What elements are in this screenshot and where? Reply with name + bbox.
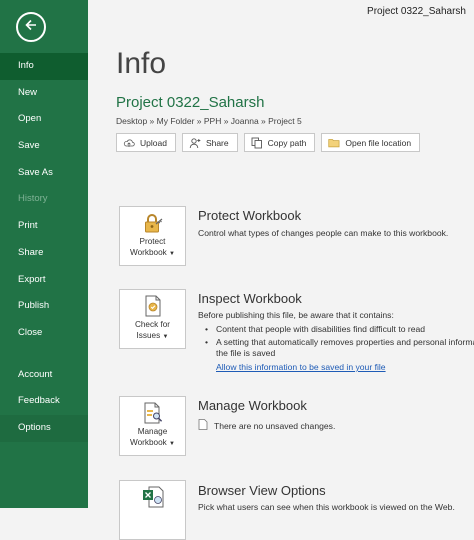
lock-key-icon (141, 212, 165, 234)
protect-workbook-description: Control what types of changes people can… (198, 228, 449, 238)
manage-workbook-status: There are no unsaved changes. (198, 419, 335, 432)
document-icon (198, 419, 208, 432)
inspect-label-line2: Issues (136, 331, 161, 340)
file-actions: Upload Share Copy path Open file locatio… (116, 133, 421, 152)
manage-label-line2: Workbook (130, 438, 167, 447)
bullet-dot: • (205, 324, 209, 334)
manage-workbook-title: Manage Workbook (198, 398, 307, 413)
document-check-icon (141, 295, 165, 317)
inspect-bullet2-text-line2: the file is saved (216, 348, 276, 358)
person-add-icon (189, 137, 201, 149)
excel-globe-icon (141, 486, 165, 508)
upload-label: Upload (140, 137, 167, 148)
nav-item-history: History (18, 193, 48, 205)
nav-item-export[interactable]: Export (0, 267, 88, 294)
backstage-nav: Info New Open Save Save As History Print… (0, 53, 88, 442)
open-file-location-button[interactable]: Open file location (321, 133, 421, 152)
bullet-dot: • (205, 337, 209, 347)
nav-item-share[interactable]: Share (0, 240, 88, 267)
back-arrow-icon (23, 17, 39, 38)
inspect-label-line1: Check for (134, 320, 171, 329)
protect-label-line2: Workbook (130, 248, 167, 257)
inspect-workbook-title: Inspect Workbook (198, 291, 302, 306)
nav-item-save[interactable]: Save (0, 133, 88, 160)
copy-path-icon (251, 137, 263, 149)
dropdown-caret-icon: ▼ (169, 441, 175, 447)
protect-workbook-title: Protect Workbook (198, 208, 302, 223)
protect-label-line2-row: Workbook ▼ (130, 247, 175, 260)
nav-divider (0, 347, 88, 362)
inspect-bullet2-text-line1: A setting that automatically removes pro… (216, 337, 474, 347)
inspect-label-line2-row: Issues ▼ (135, 330, 170, 343)
dropdown-caret-icon: ▼ (169, 251, 175, 257)
inspect-bullet1-text: Content that people with disabilities fi… (216, 324, 426, 334)
browser-view-options-description: Pick what users can see when this workbo… (198, 502, 455, 512)
breadcrumb[interactable]: Desktop » My Folder » PPH » Joanna » Pro… (116, 116, 302, 126)
nav-item-close[interactable]: Close (0, 320, 88, 347)
check-for-issues-label: Check for Issues ▼ (135, 319, 170, 343)
check-for-issues-button[interactable]: Check for Issues ▼ (119, 289, 186, 349)
upload-button[interactable]: Upload (116, 133, 176, 152)
page-title: Info (116, 47, 167, 80)
folder-icon (328, 137, 340, 149)
nav-item-options[interactable]: Options (0, 414, 88, 442)
inspect-workbook-description: Before publishing this file, be aware th… (198, 310, 394, 320)
open-file-location-label: Open file location (345, 137, 412, 148)
back-button[interactable] (16, 12, 46, 42)
protect-label-line1: Protect (139, 237, 166, 246)
backstage-sidebar: Info New Open Save Save As History Print… (0, 0, 88, 508)
protect-workbook-button[interactable]: Protect Workbook ▼ (119, 206, 186, 266)
manage-status-text: There are no unsaved changes. (214, 420, 336, 431)
copy-path-button[interactable]: Copy path (243, 133, 316, 152)
manage-label-line2-row: Workbook ▼ (130, 437, 175, 450)
manage-workbook-button[interactable]: Manage Workbook ▼ (119, 396, 186, 456)
copy-path-label: Copy path (267, 137, 307, 148)
share-button[interactable]: Share (181, 133, 238, 152)
protect-workbook-label: Protect Workbook ▼ (130, 236, 175, 260)
browser-view-options-button[interactable] (119, 480, 186, 540)
manage-workbook-label: Manage Workbook ▼ (130, 426, 175, 450)
cloud-upload-icon (123, 137, 135, 149)
nav-item-save-as[interactable]: Save As (0, 160, 88, 187)
share-label: Share (205, 137, 229, 148)
nav-item-account[interactable]: Account (0, 362, 88, 389)
browser-view-options-title: Browser View Options (198, 483, 326, 498)
nav-item-feedback[interactable]: Feedback (0, 388, 88, 415)
file-name: Project 0322_Saharsh (116, 94, 265, 111)
nav-item-info[interactable]: Info (0, 53, 88, 80)
manage-label-line1: Manage (137, 427, 168, 436)
nav-item-new[interactable]: New (0, 80, 88, 107)
window-title: Project 0322_Saharsh (367, 6, 466, 17)
nav-item-open[interactable]: Open (0, 106, 88, 133)
dropdown-caret-icon: ▼ (162, 334, 169, 340)
nav-item-publish[interactable]: Publish (0, 293, 88, 320)
nav-item-print[interactable]: Print (0, 213, 88, 240)
allow-info-saved-link[interactable]: Allow this information to be saved in yo… (216, 362, 386, 372)
search-document-icon (141, 402, 165, 424)
